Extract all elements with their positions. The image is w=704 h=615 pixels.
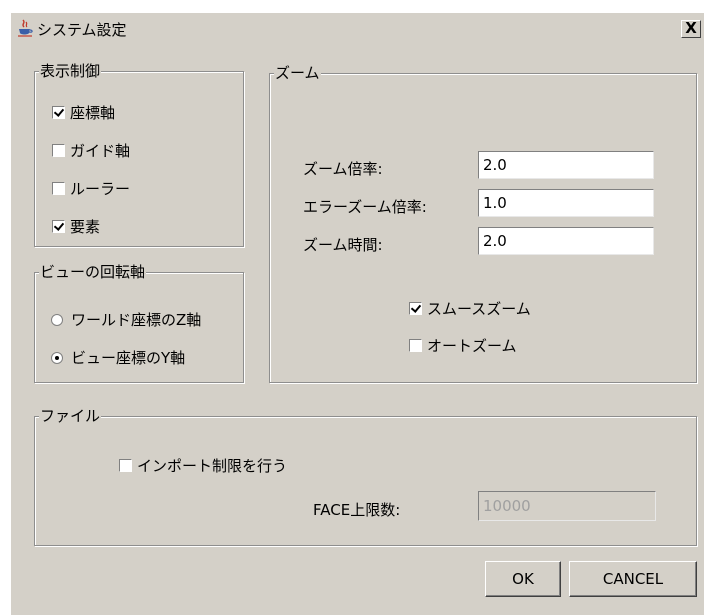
radio-view-y-axis-label: ビュー座標のY軸 [71, 349, 186, 367]
ok-button[interactable]: OK [485, 561, 561, 597]
checkbox-import-limit-label: インポート制限を行う [137, 457, 288, 475]
checkbox-smooth-zoom[interactable]: スムースズーム [409, 298, 531, 319]
checkbox-guide-axis[interactable]: ガイド軸 [52, 140, 130, 161]
checkbox-ruler-box[interactable] [52, 182, 65, 195]
checkbox-auto-zoom-box[interactable] [409, 339, 422, 352]
checkbox-import-limit[interactable]: インポート制限を行う [119, 455, 287, 476]
checkbox-import-limit-box[interactable] [119, 459, 132, 472]
checkbox-guide-axis-label: ガイド軸 [70, 142, 131, 160]
checkbox-auto-zoom-label: オートズーム [427, 337, 517, 355]
rotation-axis-group: ビューの回転軸 ワールド座標のZ軸 ビュー座標のY軸 [34, 262, 244, 383]
zoom-ratio-label: ズーム倍率: [303, 160, 383, 178]
radio-view-y-axis-button[interactable] [51, 351, 63, 364]
radio-world-z-axis-label: ワールド座標のZ軸 [71, 311, 202, 329]
checkbox-axis-box[interactable] [52, 106, 65, 119]
radio-view-y-axis[interactable]: ビュー座標のY軸 [51, 347, 185, 368]
checkbox-smooth-zoom-label: スムースズーム [427, 300, 531, 318]
checkbox-smooth-zoom-box[interactable] [409, 302, 422, 315]
zoom-legend: ズーム [274, 63, 321, 83]
file-group: ファイル インポート制限を行う FACE上限数: [34, 406, 697, 546]
face-limit-input[interactable] [478, 491, 656, 521]
checkbox-element-box[interactable] [52, 220, 65, 233]
zoom-ratio-input[interactable] [478, 151, 654, 179]
display-control-legend: 表示制御 [39, 61, 102, 81]
cancel-button[interactable]: CANCEL [569, 561, 697, 597]
java-app-icon [18, 19, 33, 37]
system-settings-dialog: システム設定 X 表示制御 座標軸 ガイド軸 ルーラー 要素 ビューの回転軸 ワ… [10, 12, 704, 615]
radio-world-z-axis-button[interactable] [51, 313, 63, 326]
close-button[interactable]: X [681, 20, 701, 38]
checkbox-axis[interactable]: 座標軸 [52, 102, 115, 123]
error-zoom-ratio-input[interactable] [478, 189, 654, 217]
checkbox-element[interactable]: 要素 [52, 216, 100, 237]
checkbox-auto-zoom[interactable]: オートズーム [409, 335, 517, 356]
error-zoom-ratio-label: エラーズーム倍率: [303, 198, 427, 216]
zoom-time-label: ズーム時間: [303, 236, 383, 254]
checkbox-ruler[interactable]: ルーラー [52, 178, 130, 199]
window-title: システム設定 [37, 21, 127, 39]
close-icon: X [685, 19, 697, 37]
checkbox-ruler-label: ルーラー [70, 180, 131, 198]
display-control-group: 表示制御 座標軸 ガイド軸 ルーラー 要素 [34, 61, 244, 247]
zoom-group: ズーム ズーム倍率: エラーズーム倍率: ズーム時間: スムースズーム オートズ… [269, 63, 697, 383]
checkbox-axis-label: 座標軸 [70, 104, 116, 122]
face-limit-label: FACE上限数: [313, 501, 401, 519]
file-legend: ファイル [39, 406, 102, 426]
radio-world-z-axis[interactable]: ワールド座標のZ軸 [51, 309, 201, 330]
title-bar: システム設定 X [11, 13, 704, 43]
zoom-time-input[interactable] [478, 227, 654, 255]
checkbox-element-label: 要素 [70, 218, 101, 236]
rotation-axis-legend: ビューの回転軸 [39, 262, 147, 282]
checkbox-guide-axis-box[interactable] [52, 144, 65, 157]
